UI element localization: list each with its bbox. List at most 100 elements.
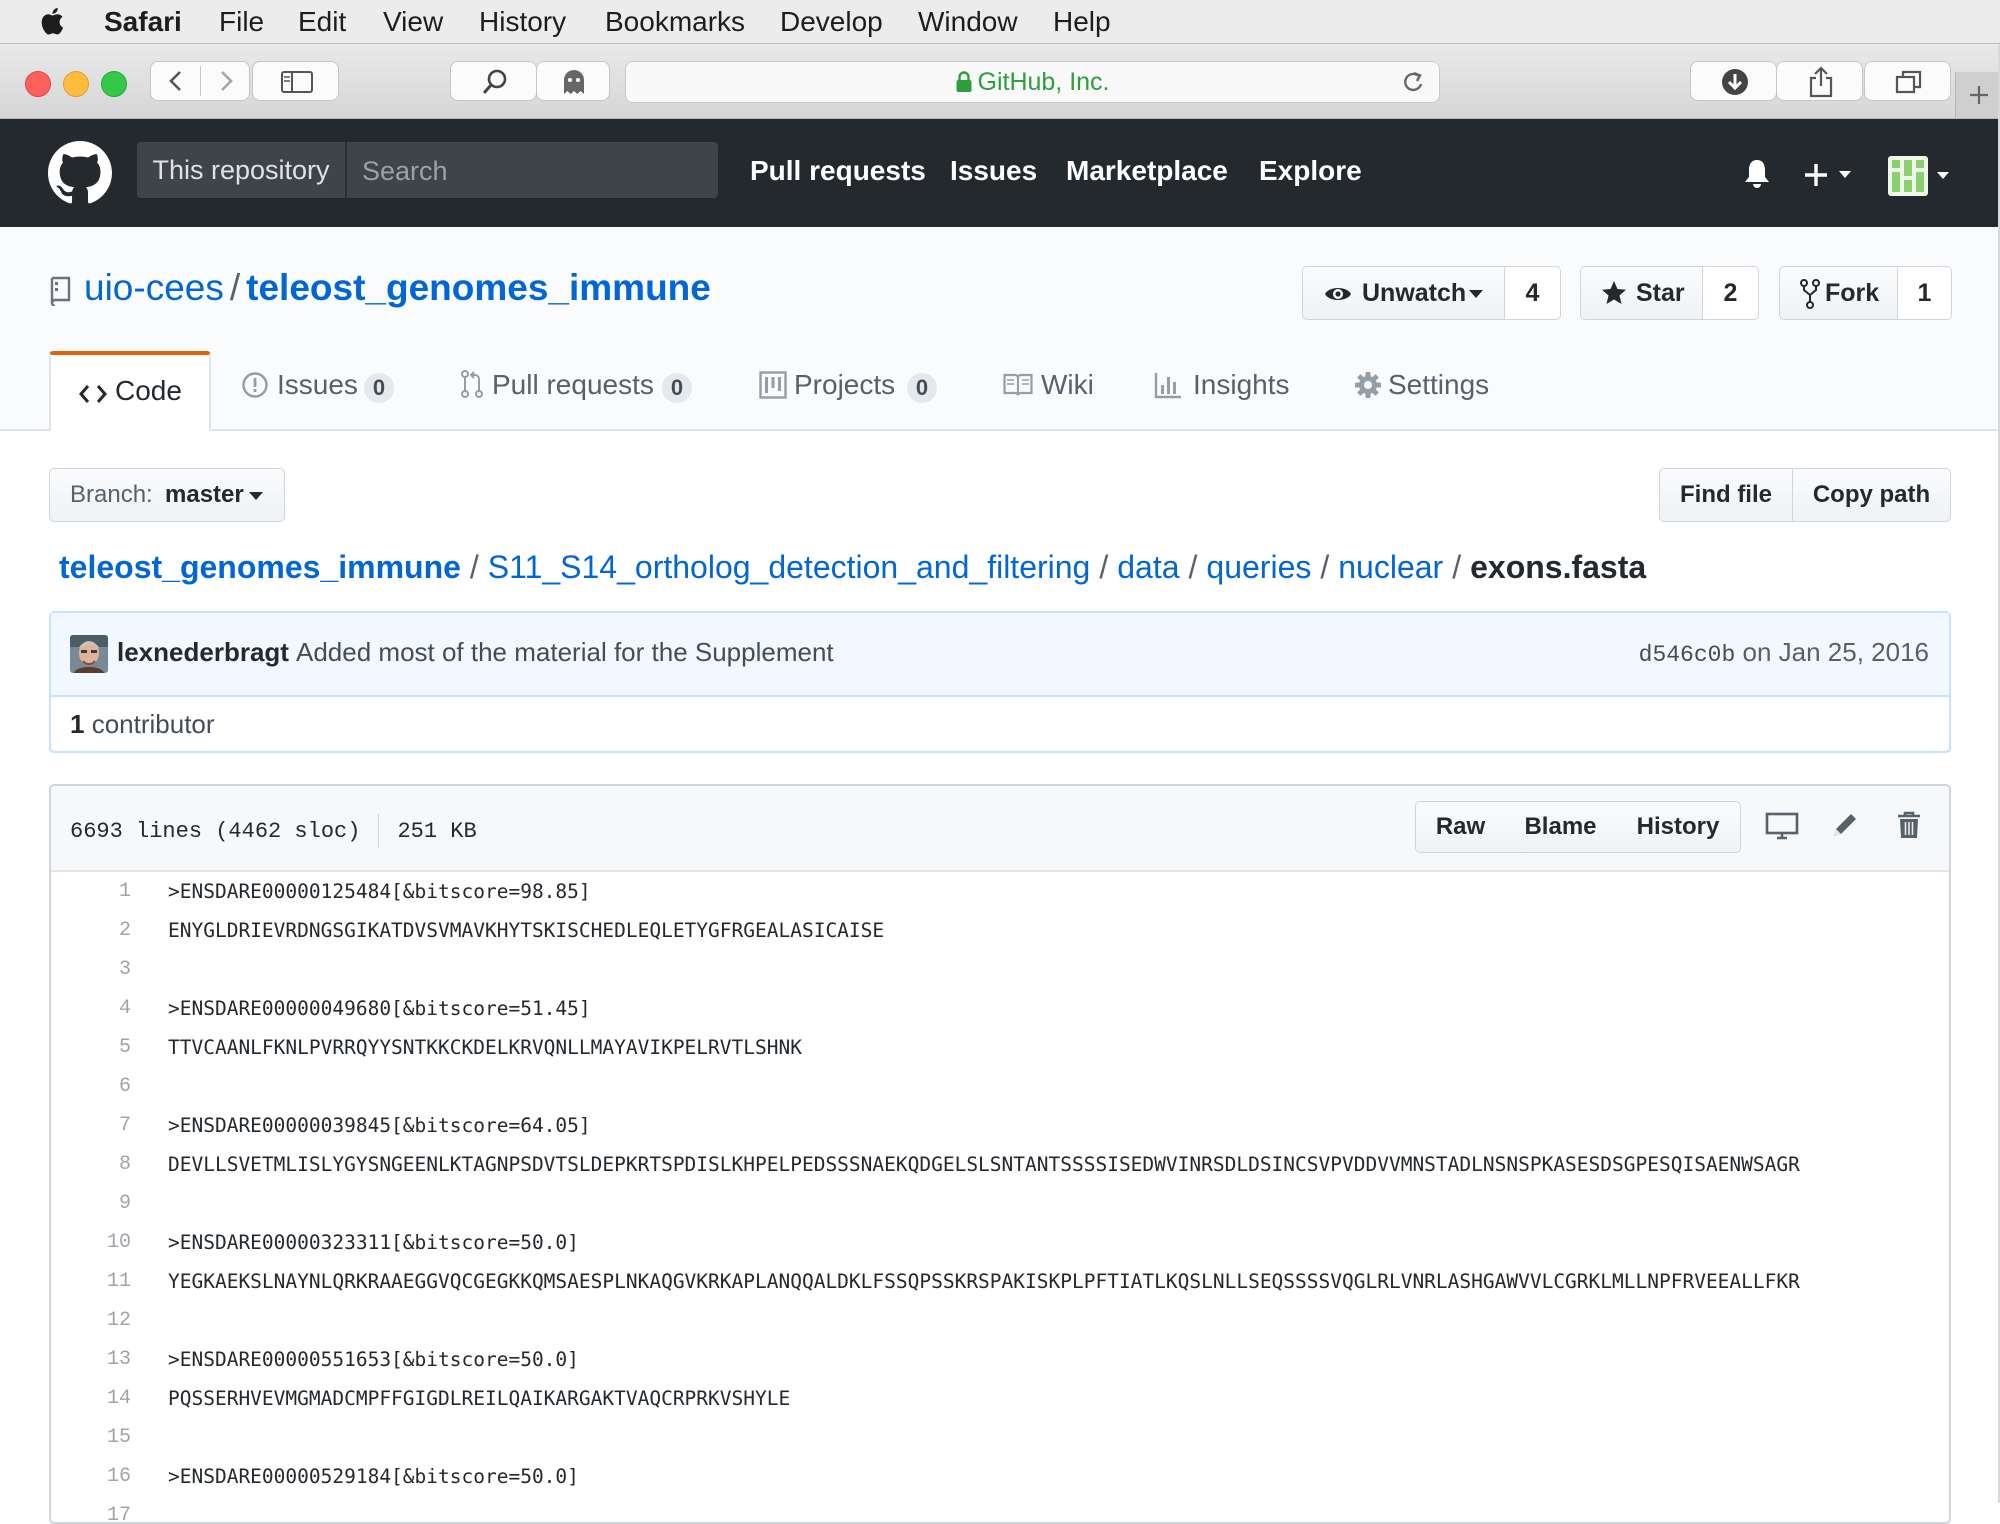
desktop-icon[interactable]	[1765, 812, 1799, 840]
line-number[interactable]: 14	[51, 1379, 131, 1418]
history-button[interactable]: History	[1616, 801, 1741, 853]
line-number[interactable]: 8	[51, 1145, 131, 1184]
star-button[interactable]: Star	[1580, 266, 1703, 320]
search-scope-label[interactable]: This repository	[137, 142, 347, 198]
trash-icon[interactable]	[1896, 810, 1922, 840]
avatar	[1888, 156, 1949, 196]
share-button[interactable]	[1776, 61, 1863, 101]
caret-down-icon	[249, 492, 263, 500]
avatar[interactable]	[70, 635, 108, 673]
tab-settings[interactable]: Settings	[1354, 327, 1514, 429]
commit-sha-link[interactable]: d546c0b	[1639, 642, 1736, 668]
code-line: 5 TTVCAANLFKNLPVRRQYYSNTKKCKDELKRVQNLLMAY…	[51, 1028, 1949, 1067]
code-line: 9	[51, 1184, 1949, 1223]
menu-app-safari[interactable]: Safari	[104, 4, 182, 40]
search-input[interactable]	[360, 148, 704, 194]
tab-wiki[interactable]: Wiki	[1003, 327, 1103, 429]
unwatch-button[interactable]: Unwatch	[1302, 266, 1505, 320]
create-new-button[interactable]	[1803, 161, 1859, 189]
line-number[interactable]: 2	[51, 911, 131, 950]
lock-icon	[956, 71, 971, 92]
raw-button[interactable]: Raw	[1415, 801, 1506, 853]
breadcrumb-root[interactable]: teleost_genomes_immune	[59, 549, 461, 585]
line-number[interactable]: 17	[51, 1496, 131, 1522]
github-logo-icon[interactable]	[48, 141, 112, 205]
menu-edit[interactable]: Edit	[298, 4, 346, 40]
star-count[interactable]: 2	[1703, 266, 1759, 320]
sidebar-button[interactable]	[252, 61, 339, 101]
watch-count[interactable]: 4	[1505, 266, 1561, 320]
line-number[interactable]: 13	[51, 1340, 131, 1379]
tabs-overview-button[interactable]	[1864, 61, 1951, 101]
nav-explore[interactable]: Explore	[1259, 155, 1362, 187]
menu-history[interactable]: History	[479, 4, 566, 40]
reload-icon[interactable]	[1401, 70, 1425, 96]
line-number[interactable]: 9	[51, 1184, 131, 1223]
star-group: Star 2	[1580, 266, 1759, 320]
menu-view[interactable]: View	[383, 4, 443, 40]
fork-button[interactable]: Fork	[1779, 266, 1898, 320]
branch-selector[interactable]: Branch: master	[49, 468, 285, 522]
line-number[interactable]: 7	[51, 1106, 131, 1145]
branch-prefix: Branch:	[70, 481, 153, 508]
menu-develop[interactable]: Develop	[780, 4, 883, 40]
tab-insights[interactable]: Insights	[1154, 327, 1304, 429]
code-line: 1 >ENSDARE00000125484[&bitscore=98.85]	[51, 872, 1949, 911]
line-number[interactable]: 3	[51, 950, 131, 989]
breadcrumb-dir[interactable]: S11_S14_ortholog_detection_and_filtering	[488, 549, 1091, 585]
repo-name-link[interactable]: teleost_genomes_immune	[246, 267, 711, 308]
line-number[interactable]: 16	[51, 1457, 131, 1496]
menu-bookmarks[interactable]: Bookmarks	[605, 4, 745, 40]
line-number[interactable]: 1	[51, 872, 131, 911]
search-extension-button[interactable]	[450, 61, 537, 101]
pencil-icon[interactable]	[1830, 810, 1860, 840]
tab-wiki-label: Wiki	[1041, 369, 1094, 400]
apple-icon[interactable]	[40, 6, 64, 36]
nav-pull-requests[interactable]: Pull requests	[750, 155, 926, 187]
fork-count[interactable]: 1	[1898, 266, 1952, 320]
address-bar[interactable]: GitHub, Inc.	[625, 61, 1440, 103]
file-lines-info: 6693 lines (4462 sloc)	[70, 818, 361, 844]
line-number[interactable]: 12	[51, 1301, 131, 1340]
line-number[interactable]: 4	[51, 989, 131, 1028]
close-window-button[interactable]	[25, 71, 51, 97]
line-number[interactable]: 5	[51, 1028, 131, 1067]
menu-file[interactable]: File	[219, 4, 264, 40]
menu-help[interactable]: Help	[1053, 4, 1111, 40]
pull-request-icon	[461, 370, 483, 398]
nav-marketplace[interactable]: Marketplace	[1066, 155, 1228, 187]
downloads-button[interactable]	[1690, 61, 1777, 101]
ghost-extension-button[interactable]	[536, 61, 610, 101]
blame-button[interactable]: Blame	[1505, 801, 1617, 853]
commit-author-link[interactable]: lexnederbragt	[117, 637, 289, 668]
zoom-window-button[interactable]	[101, 71, 127, 97]
nav-issues[interactable]: Issues	[950, 155, 1037, 187]
breadcrumb-dir[interactable]: data	[1117, 549, 1179, 585]
line-number[interactable]: 11	[51, 1262, 131, 1301]
tab-projects[interactable]: Projects 0	[759, 327, 939, 429]
forward-button[interactable]	[201, 62, 251, 100]
tab-code[interactable]: Code	[49, 351, 211, 431]
contributors-summary[interactable]: 1 contributor	[70, 709, 215, 740]
line-number[interactable]: 6	[51, 1067, 131, 1106]
repo-owner-link[interactable]: uio-cees	[84, 267, 224, 308]
back-button[interactable]	[151, 62, 201, 100]
tab-pull-requests[interactable]: Pull requests 0	[460, 327, 700, 429]
user-avatar-menu[interactable]	[1888, 156, 1954, 196]
menu-window[interactable]: Window	[918, 4, 1018, 40]
new-tab-button[interactable]	[1955, 72, 2000, 118]
breadcrumb-dir[interactable]: queries	[1206, 549, 1311, 585]
copy-path-button[interactable]: Copy path	[1792, 468, 1951, 522]
code-line: 12	[51, 1301, 1949, 1340]
code-line: 14 PQSSERHVEVMGMADCMPFFGIGDLREILQAIKARGAK…	[51, 1379, 1949, 1418]
breadcrumb-dir[interactable]: nuclear	[1338, 549, 1443, 585]
find-file-button[interactable]: Find file	[1659, 468, 1793, 522]
line-number[interactable]: 15	[51, 1418, 131, 1457]
commit-message-link[interactable]: Added most of the material for the Suppl…	[296, 637, 834, 668]
line-text: ENYGLDRIEVRDNGSGIKATDVSVMAVKHYTSKISCHEDL…	[168, 919, 885, 942]
bell-icon[interactable]	[1742, 157, 1772, 189]
graph-icon	[1154, 373, 1181, 399]
minimize-window-button[interactable]	[63, 71, 89, 97]
line-number[interactable]: 10	[51, 1223, 131, 1262]
tab-issues[interactable]: Issues 0	[241, 327, 401, 429]
